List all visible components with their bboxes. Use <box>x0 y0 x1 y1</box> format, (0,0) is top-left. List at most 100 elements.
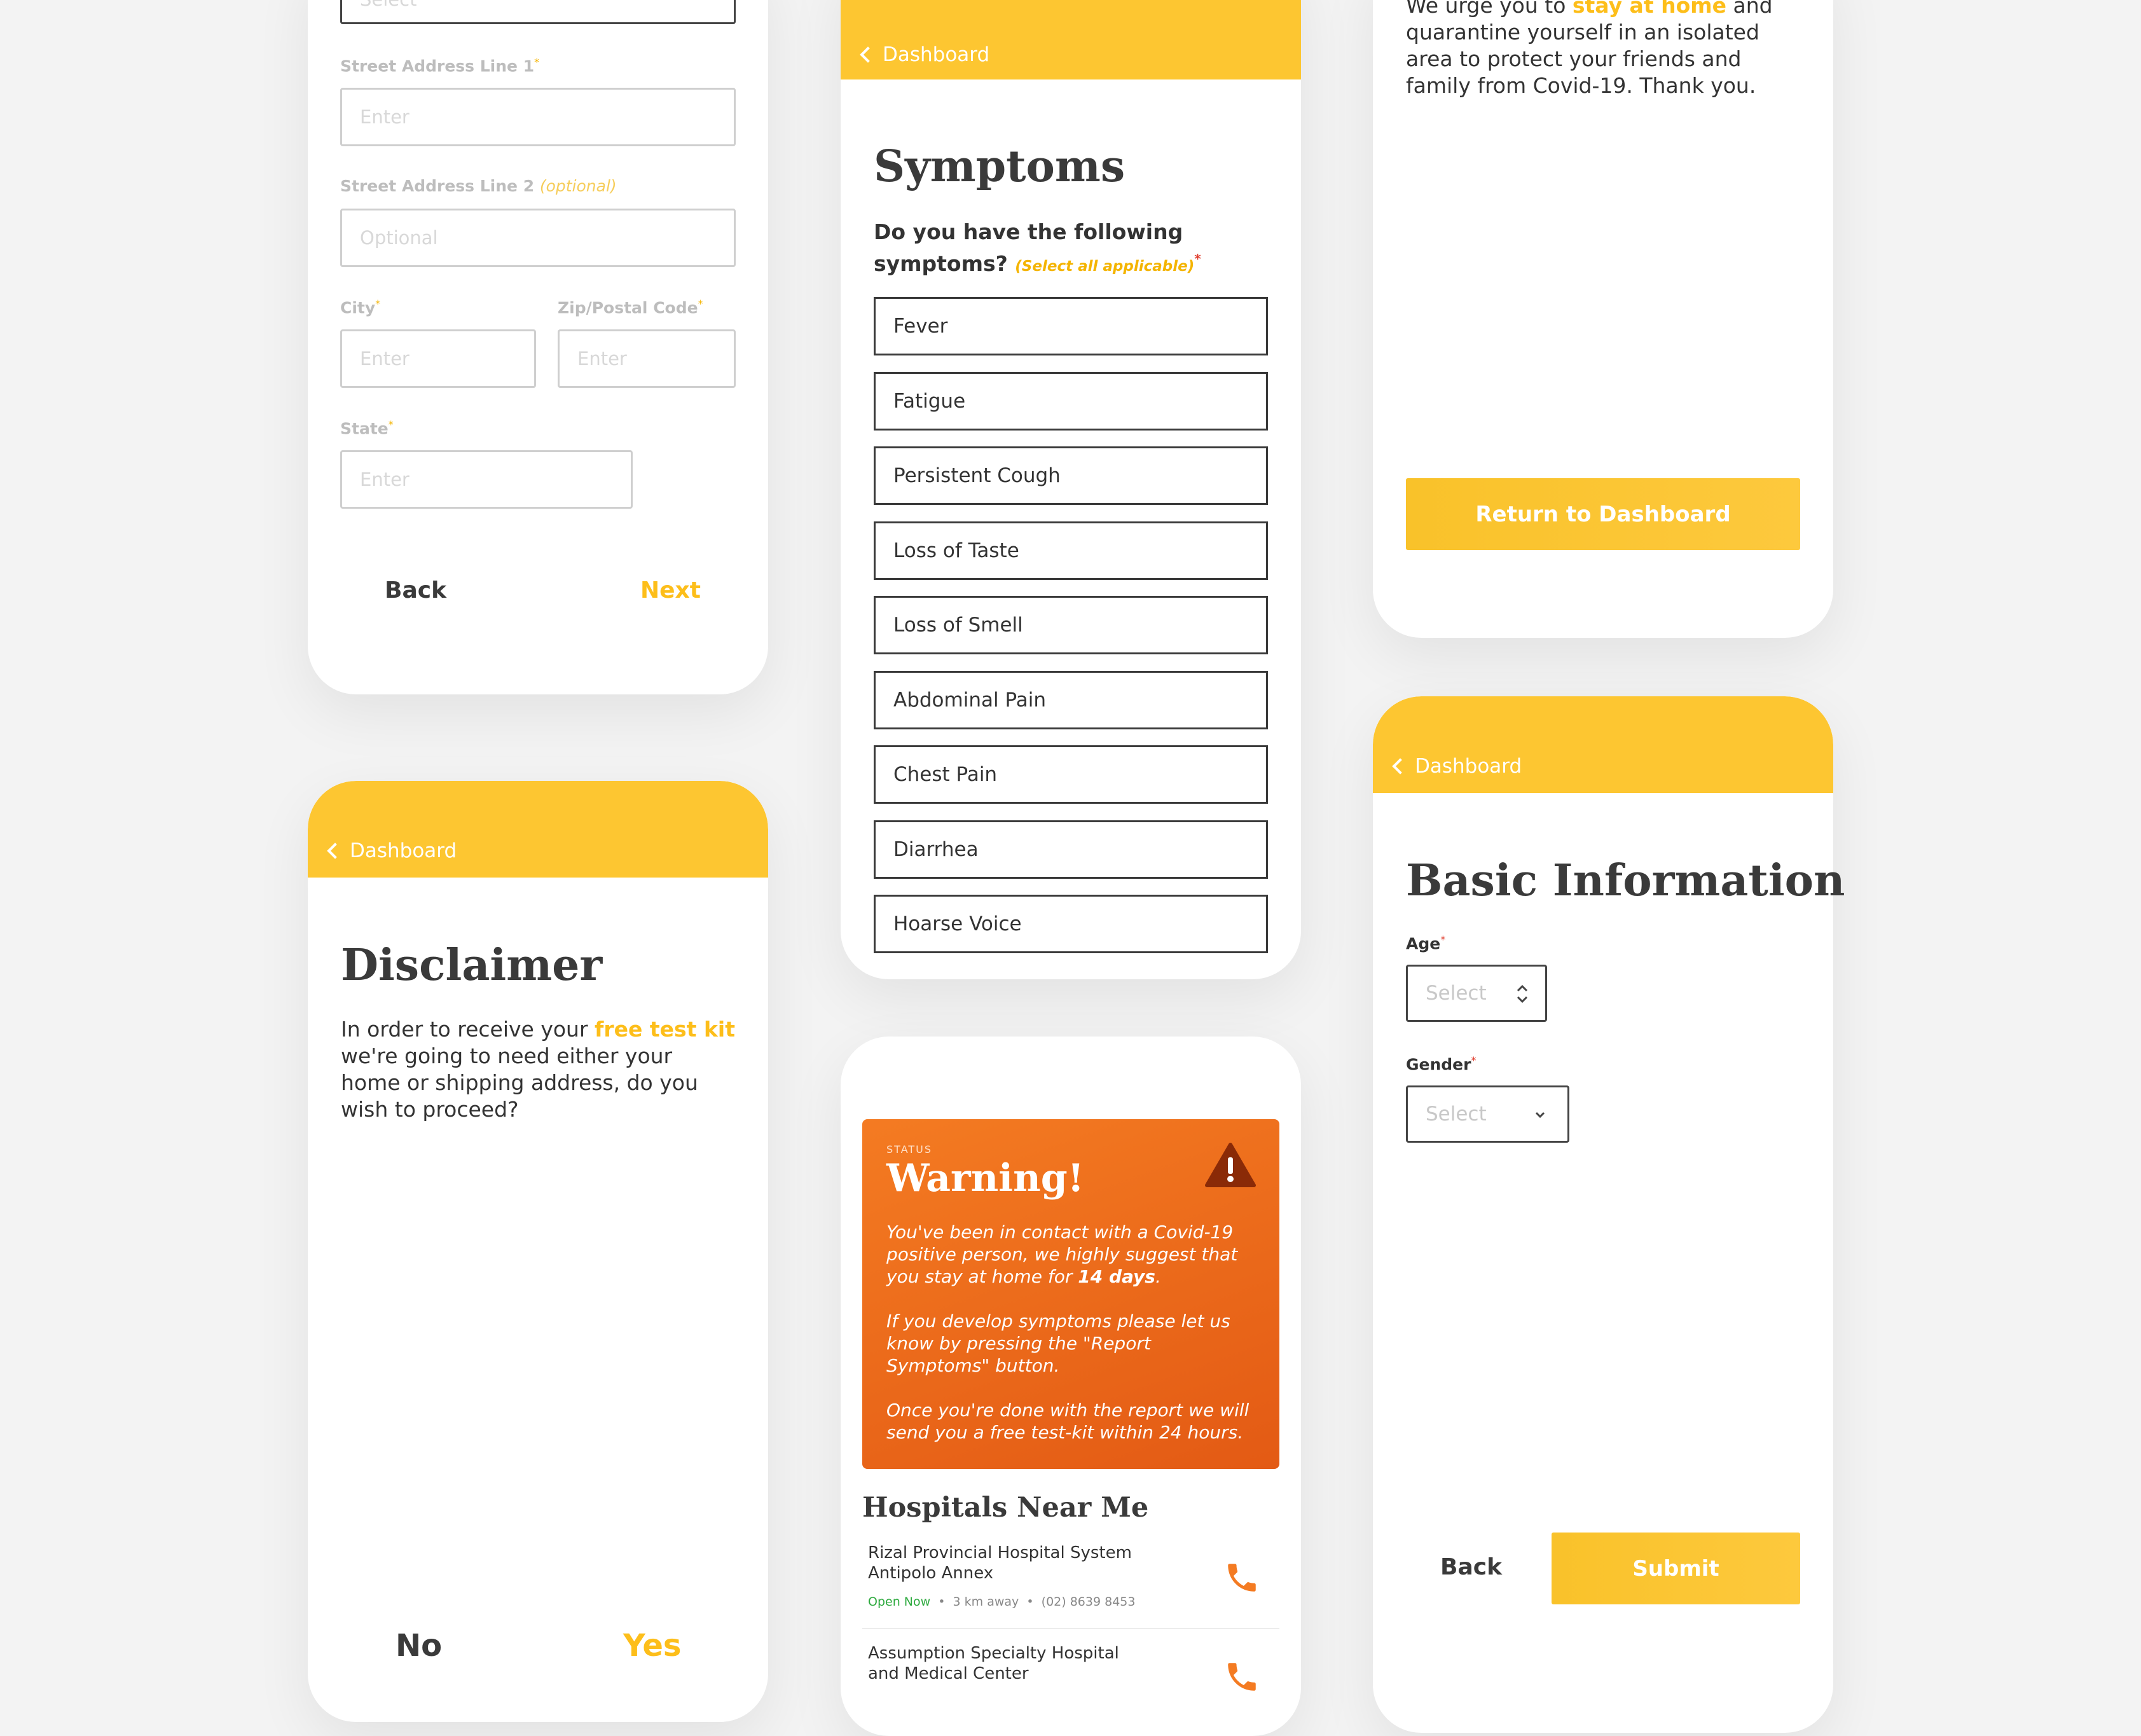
dashboard-back-link[interactable]: Dashboard <box>860 43 990 66</box>
message-text: We urge you to <box>1406 0 1573 18</box>
gender-label-text: Gender <box>1406 1055 1471 1074</box>
street1-input[interactable]: Enter <box>340 88 736 146</box>
symptom-label: Abdominal Pain <box>893 688 1047 712</box>
gender-label: Gender* <box>1406 1054 1476 1073</box>
up-down-arrows-icon <box>1517 984 1528 1003</box>
symptom-label: Fever <box>893 315 948 338</box>
street2-input[interactable]: Optional <box>340 209 736 267</box>
warning-paragraph-3: Once you're done with the report we will… <box>886 1400 1249 1443</box>
symptom-option[interactable]: Fever <box>874 297 1268 355</box>
yes-button[interactable]: Yes <box>623 1628 681 1664</box>
chevron-left-icon <box>860 46 876 63</box>
warning-status-box: STATUS Warning! You've been in contact w… <box>862 1119 1279 1469</box>
required-mark: * <box>388 418 394 431</box>
symptom-label: Hoarse Voice <box>893 913 1022 935</box>
street1-label: Street Address Line 1* <box>340 56 539 75</box>
dashboard-back-link[interactable]: Dashboard <box>1392 755 1522 778</box>
page-title: Basic Information <box>1406 855 1845 906</box>
card-header <box>841 0 1301 79</box>
street2-label-text: Street Address Line 2 <box>340 177 535 195</box>
street1-placeholder: Enter <box>360 106 410 128</box>
city-input[interactable]: Enter <box>340 329 536 388</box>
disclaimer-card: Dashboard <box>308 781 768 1722</box>
symptom-label: Chest Pain <box>893 763 998 786</box>
state-placeholder: Enter <box>360 469 410 490</box>
age-placeholder: Select <box>1426 982 1487 1005</box>
top-select-input[interactable]: Select <box>340 0 736 24</box>
symptom-option[interactable]: Loss of Taste <box>874 521 1268 580</box>
state-input[interactable]: Enter <box>340 450 633 509</box>
symptom-label: Fatigue <box>893 389 966 413</box>
back-link-label: Dashboard <box>1415 755 1522 778</box>
chevron-down-icon <box>1535 1112 1545 1119</box>
next-button[interactable]: Next <box>640 577 701 603</box>
hospital-meta: Open Now • 3 km away • (02) 8639 8453 <box>868 1595 1136 1609</box>
symptom-option[interactable]: Loss of Smell <box>874 596 1268 654</box>
symptom-label: Persistent Cough <box>893 464 1061 487</box>
quarantine-message: We urge you to stay at home and quaranti… <box>1406 0 1807 99</box>
zip-label-text: Zip/Postal Code <box>558 298 698 317</box>
street2-placeholder: Optional <box>360 227 438 249</box>
hospital-name: Rizal Provincial Hospital System Antipol… <box>868 1543 1132 1583</box>
back-link-label: Dashboard <box>883 43 990 66</box>
city-placeholder: Enter <box>360 348 410 369</box>
symptom-option[interactable]: Persistent Cough <box>874 446 1268 505</box>
open-status: Open Now <box>868 1595 931 1609</box>
warning-paragraph-1: You've been in contact with a Covid-19 p… <box>886 1221 1255 1288</box>
no-button[interactable]: No <box>396 1628 442 1664</box>
select-all-hint: (Select all applicable) <box>1015 258 1195 275</box>
street1-label-text: Street Address Line 1 <box>340 57 535 76</box>
back-button[interactable]: Back <box>385 577 446 603</box>
stay-at-home-highlight: stay at home <box>1572 0 1727 18</box>
page-title: Symptoms <box>874 141 1126 192</box>
phone-icon[interactable] <box>1223 1559 1260 1596</box>
hospital-name: Assumption Specialty Hospital and Medica… <box>868 1644 1119 1683</box>
back-button[interactable]: Back <box>1440 1554 1502 1580</box>
city-label-text: City <box>340 298 376 317</box>
status-label: STATUS <box>886 1143 933 1155</box>
return-to-dashboard-button[interactable]: Return to Dashboard <box>1406 478 1800 550</box>
symptom-label: Loss of Smell <box>893 614 1023 637</box>
phone-icon[interactable] <box>1223 1658 1260 1695</box>
submit-button[interactable]: Submit <box>1552 1533 1800 1604</box>
hospital-distance: 3 km away <box>953 1595 1019 1609</box>
age-label: Age* <box>1406 933 1445 953</box>
hospital-phone: (02) 8639 8453 <box>1041 1595 1136 1609</box>
state-label: State* <box>340 418 394 437</box>
hospitals-title: Hospitals Near Me <box>862 1492 1149 1524</box>
symptom-option[interactable]: Chest Pain <box>874 745 1268 804</box>
symptoms-question: Do you have the following symptoms? (Sel… <box>874 219 1230 280</box>
symptom-label: Loss of Taste <box>893 539 1019 562</box>
free-test-kit-highlight: free test kit <box>595 1017 735 1042</box>
zip-label: Zip/Postal Code* <box>558 298 703 317</box>
disclaimer-body: In order to receive your free test kit w… <box>341 1016 735 1123</box>
required-mark: * <box>698 298 703 310</box>
warning-paragraph-2: If you develop symptoms please let us kn… <box>886 1311 1230 1376</box>
card-header <box>308 781 768 878</box>
symptom-label: Diarrhea <box>893 837 979 861</box>
list-divider <box>862 1628 1279 1629</box>
required-mark: * <box>375 298 381 310</box>
symptom-option[interactable]: Fatigue <box>874 371 1268 431</box>
age-label-text: Age <box>1406 934 1441 953</box>
optional-tag: (optional) <box>539 177 617 195</box>
gender-placeholder: Select <box>1426 1103 1487 1126</box>
symptom-option[interactable]: Abdominal Pain <box>874 670 1268 729</box>
dashboard-back-link[interactable]: Dashboard <box>327 839 457 862</box>
age-stepper[interactable]: Select <box>1406 965 1547 1022</box>
page-title: Disclaimer <box>341 940 603 991</box>
state-label-text: State <box>340 419 389 438</box>
warning-text: . <box>1155 1266 1161 1287</box>
street2-label: Street Address Line 2 (optional) <box>340 177 617 195</box>
chevron-left-icon <box>327 843 343 859</box>
zip-input[interactable]: Enter <box>558 329 736 388</box>
required-mark: * <box>1440 933 1446 946</box>
symptom-option[interactable]: Hoarse Voice <box>874 895 1268 953</box>
message-text: and <box>1726 0 1773 18</box>
symptom-option[interactable]: Diarrhea <box>874 820 1268 879</box>
warning-triangle-icon <box>1205 1143 1256 1187</box>
gender-select[interactable]: Select <box>1406 1085 1569 1143</box>
status-title: Warning! <box>886 1156 1084 1201</box>
top-select-placeholder: Select <box>360 0 416 10</box>
required-mark: * <box>534 56 540 68</box>
